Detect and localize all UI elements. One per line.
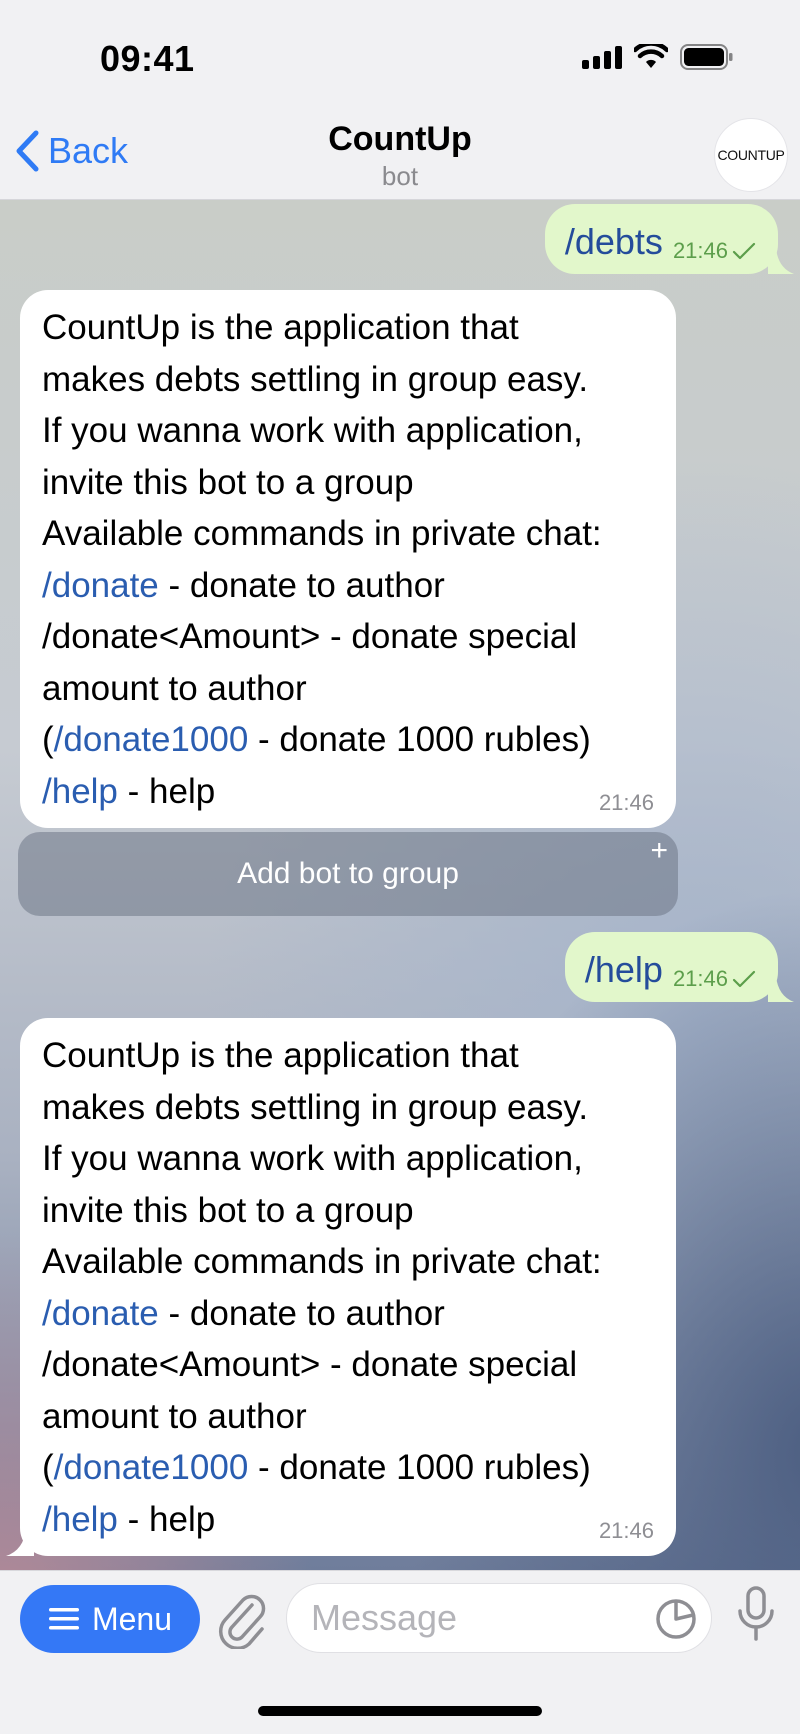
- outgoing-message[interactable]: /help 21:46: [564, 932, 778, 1002]
- signal-icon: [582, 45, 622, 69]
- message-input[interactable]: [311, 1584, 611, 1652]
- checkmark-icon: [732, 970, 756, 988]
- bot-avatar[interactable]: COUNTUP: [714, 118, 788, 192]
- message-time: 21:46: [598, 790, 654, 815]
- donate-command-link[interactable]: /donate: [42, 566, 159, 605]
- donate-command-link[interactable]: /donate: [42, 1294, 159, 1333]
- message-line: CountUp is the application that: [42, 1036, 519, 1075]
- message-line: makes debts settling in group easy.: [42, 1087, 589, 1127]
- status-bar: 09:41: [0, 0, 800, 110]
- paren-open: (: [42, 720, 54, 759]
- help-command-link[interactable]: /help: [42, 1500, 118, 1539]
- donate1000-command-link[interactable]: /donate1000: [54, 1448, 249, 1487]
- chat-messages: /debts 21:46 CountUp is the application …: [0, 200, 800, 1570]
- help-description: - help: [117, 771, 216, 811]
- message-line: /donate - donate to author: [42, 1288, 656, 1340]
- chat-title: CountUp: [328, 120, 472, 158]
- message-time: 21:46: [672, 238, 728, 263]
- battery-icon: [680, 44, 733, 70]
- message-time: 21:46: [672, 966, 728, 991]
- message-line: makes debts settling in group easy.: [42, 359, 589, 399]
- message-text: /help: [584, 949, 663, 990]
- plus-icon: +: [650, 834, 668, 867]
- message-line: /help - help: [42, 1494, 656, 1546]
- add-bot-to-group-button[interactable]: Add bot to group +: [18, 832, 678, 916]
- donate1000-description: - donate 1000 rubles): [248, 1448, 591, 1487]
- bubble-tail: [768, 248, 794, 274]
- home-indicator: [258, 1706, 542, 1716]
- avatar-text: COUNTUP: [717, 147, 785, 163]
- message-line: Available commands in private chat:: [42, 1242, 602, 1281]
- checkmark-icon: [732, 242, 756, 260]
- menu-label: Menu: [91, 1600, 173, 1637]
- incoming-message[interactable]: CountUp is the application that makes de…: [20, 1018, 676, 1556]
- message-line: amount to author: [42, 668, 307, 708]
- wifi-icon: [634, 44, 668, 68]
- menu-icon: [48, 1608, 79, 1630]
- message-line: CountUp is the application that: [42, 308, 519, 347]
- donate-description: - donate to author: [158, 1293, 445, 1333]
- message-meta: 21:46: [673, 966, 756, 992]
- paperclip-icon[interactable]: [218, 1591, 268, 1649]
- message-line: /donate - donate to author: [42, 560, 656, 612]
- message-line: (/donate1000 - donate 1000 rubles): [42, 714, 656, 766]
- message-line: invite this bot to a group: [42, 1190, 414, 1230]
- chat-title-block[interactable]: CountUp bot: [0, 120, 800, 192]
- chat-subtitle: bot: [381, 161, 419, 191]
- message-input-container[interactable]: [286, 1583, 712, 1653]
- bubble-tail: [768, 976, 794, 1002]
- paren-open: (: [42, 1448, 54, 1487]
- message-line: invite this bot to a group: [42, 462, 414, 502]
- message-line: amount to author: [42, 1396, 307, 1436]
- incoming-message[interactable]: CountUp is the application that makes de…: [20, 290, 676, 828]
- status-time: 09:41: [100, 38, 195, 79]
- message-line: (/donate1000 - donate 1000 rubles): [42, 1442, 656, 1494]
- chat-header: Back CountUp bot COUNTUP: [0, 110, 800, 200]
- message-line: /donate<Amount> - donate special: [42, 617, 578, 656]
- menu-button[interactable]: Menu: [20, 1585, 200, 1653]
- message-line: Available commands in private chat:: [42, 514, 602, 553]
- help-description: - help: [117, 1499, 216, 1539]
- help-command-link[interactable]: /help: [42, 772, 118, 811]
- message-time: 21:46: [598, 1518, 654, 1543]
- message-meta: 21:46: [673, 238, 756, 264]
- sticker-icon[interactable]: [655, 1598, 697, 1640]
- message-text: /debts: [564, 221, 663, 262]
- bubble-tail: [6, 1528, 34, 1556]
- microphone-icon[interactable]: [736, 1585, 776, 1643]
- outgoing-message[interactable]: /debts 21:46: [544, 204, 778, 274]
- donate1000-command-link[interactable]: /donate1000: [54, 720, 249, 759]
- message-line: /help - help: [42, 766, 656, 818]
- add-bot-to-group-label: Add bot to group: [237, 857, 459, 890]
- status-icons: [582, 44, 734, 70]
- message-line: /donate<Amount> - donate special: [42, 1345, 578, 1384]
- message-composer: Menu: [0, 1570, 800, 1734]
- message-line: If you wanna work with application,: [42, 1139, 583, 1178]
- message-line: If you wanna work with application,: [42, 411, 583, 450]
- donate-description: - donate to author: [158, 565, 445, 605]
- donate1000-description: - donate 1000 rubles): [248, 720, 591, 759]
